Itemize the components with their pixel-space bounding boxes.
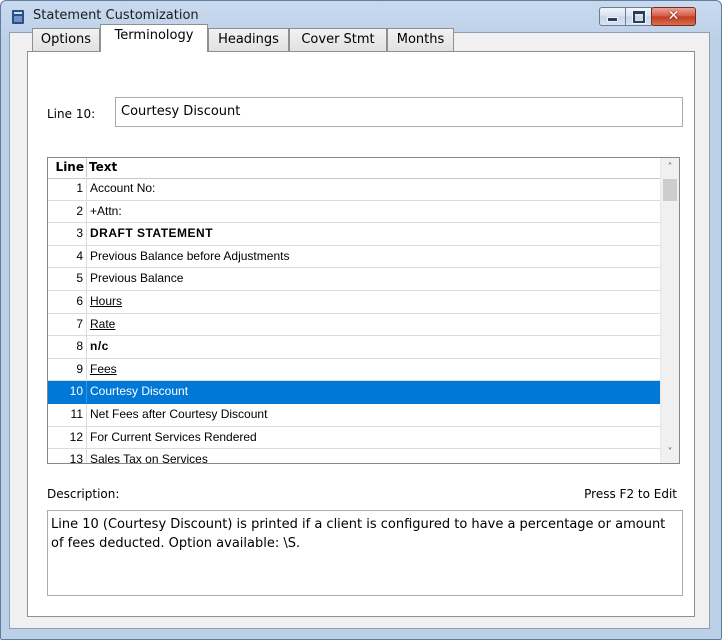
scroll-up-arrow-icon[interactable]: ˄ [661,159,679,177]
row-line-number: 13 [48,449,87,463]
table-row[interactable]: 13 Sales Tax on Services [48,449,660,464]
tab-months[interactable]: Months [387,28,454,51]
grid-header: Line Text [48,158,660,179]
description-label: Description: [47,487,120,501]
table-row[interactable]: 9 Fees [48,358,660,382]
grid-rows: 1 Account No: 2 +Attn: 3 DRAFT STATEMENT 4P… [48,178,660,464]
row-text: For Current Services Rendered [90,429,257,444]
row-text: Rate [90,316,116,331]
row-text: Account No: [90,181,156,195]
row-text: Previous Balance before Adjustments [90,248,290,263]
table-row[interactable]: 8 n/c [48,336,660,359]
row-line-number: 7 [48,313,87,336]
tab-headings[interactable]: Headings [208,28,289,51]
terminology-grid[interactable]: Line Text 1 Account No: 2 +Attn: 3 DRAFT ST… [47,157,680,464]
row-line-number: 3 [48,223,87,245]
tab-options[interactable]: Options [32,28,100,51]
column-header-line[interactable]: Line [48,158,87,177]
table-row[interactable]: 2 +Attn: [48,200,660,224]
line-text-input[interactable]: Courtesy Discount [115,97,683,127]
row-text: Fees [90,361,117,376]
close-icon: ✕ [667,8,680,24]
row-text: DRAFT STATEMENT [90,226,214,241]
row-text: Courtesy Discount [90,384,189,399]
tab-cover-stmt[interactable]: Cover Stmt [289,28,387,51]
description-textbox[interactable]: Line 10 (Courtesy Discount) is printed i… [47,510,683,596]
scroll-thumb[interactable] [663,179,677,201]
row-text: Previous Balance [90,271,184,286]
table-row[interactable]: 1 Account No: [48,178,660,201]
table-row[interactable]: 12 For Current Services Rendered [48,426,660,450]
table-row[interactable]: 11 Net Fees after Courtesy Discount [48,403,660,427]
table-row[interactable]: 5 Previous Balance [48,268,660,291]
maximize-icon [631,10,646,24]
maximize-button[interactable] [625,7,652,26]
row-line-number: 11 [48,403,87,426]
row-line-number: 8 [48,336,87,358]
table-row[interactable]: 7 Rate [48,313,660,337]
row-text: +Attn: [90,203,122,218]
table-row[interactable]: 6 Hours [48,290,660,314]
tab-terminology[interactable]: Terminology [100,24,208,52]
window-title: Statement Customization [33,8,199,23]
row-line-number: 12 [48,426,87,449]
row-text: Hours [90,293,123,308]
column-header-text[interactable]: Text [89,158,117,177]
row-text: Net Fees after Courtesy Discount [90,406,268,421]
line-edit-label: Line 10: [47,107,96,121]
edit-hint: Press F2 to Edit [584,487,677,501]
table-row[interactable]: 3 DRAFT STATEMENT [48,223,660,246]
row-line-number: 2 [48,200,87,223]
row-line-number: 10 [48,381,87,403]
row-line-number: 5 [48,268,87,290]
row-line-number: 6 [48,290,87,313]
minimize-button[interactable] [599,7,626,26]
row-line-number: 4 [48,245,87,268]
row-line-number: 9 [48,358,87,381]
row-text: Sales Tax on Services [90,452,208,464]
scroll-down-arrow-icon[interactable]: ˅ [661,444,679,462]
minimize-icon [607,17,618,22]
close-button[interactable]: ✕ [651,7,696,26]
row-text: n/c [90,339,109,354]
app-icon [12,10,24,24]
grid-vertical-scrollbar[interactable]: ˄ ˅ [660,158,679,463]
table-row[interactable]: 4 Previous Balance before Adjustments [48,245,660,269]
row-line-number: 1 [48,178,87,200]
table-row-selected[interactable]: 10 Courtesy Discount [48,381,660,404]
